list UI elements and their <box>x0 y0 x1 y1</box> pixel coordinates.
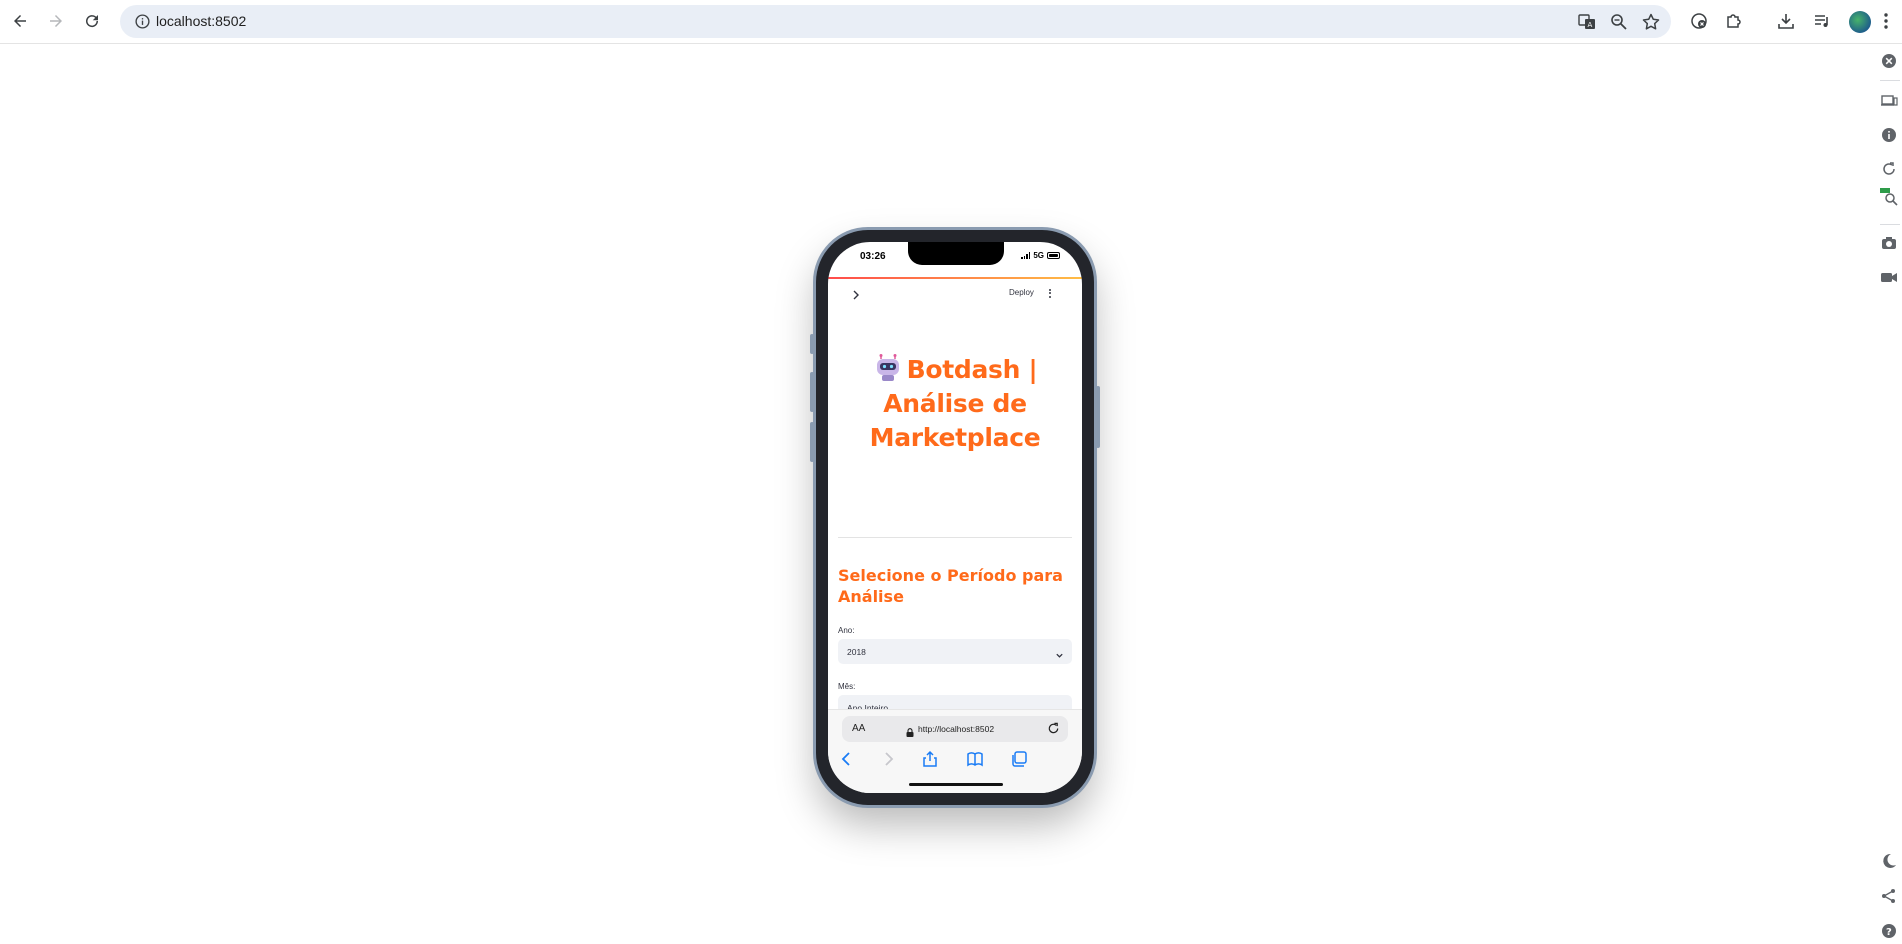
volume-down-button <box>810 422 814 462</box>
mute-switch <box>810 334 814 354</box>
text-size-button[interactable]: AA <box>852 723 865 734</box>
section-divider <box>838 537 1072 538</box>
forward-arrow-icon[interactable] <box>45 10 67 32</box>
status-time: 03:26 <box>860 251 886 262</box>
svg-text:?: ? <box>1886 927 1892 938</box>
streamlit-decoration-bar <box>828 277 1082 279</box>
network-label: 5G <box>1033 251 1044 260</box>
safari-tabs-icon[interactable] <box>1010 750 1028 768</box>
site-info-icon[interactable] <box>134 13 151 30</box>
share-icon[interactable] <box>1880 887 1898 905</box>
volume-up-button <box>810 372 814 412</box>
section-title: Selecione o Período para Análise <box>838 566 1063 606</box>
reload-icon[interactable] <box>81 10 103 32</box>
downloads-icon[interactable] <box>1776 11 1796 31</box>
address-bar[interactable]: localhost:8502 A <box>120 5 1671 38</box>
svg-text:A: A <box>1588 21 1593 29</box>
info-icon[interactable] <box>1880 126 1898 144</box>
year-label: Ano: <box>838 626 855 635</box>
rotate-icon[interactable] <box>1880 160 1898 178</box>
signal-icon <box>1021 252 1031 259</box>
deploy-button[interactable]: Deploy <box>1009 288 1034 297</box>
safari-toolbar: AA http://localhost:8502 <box>828 709 1082 793</box>
back-arrow-icon[interactable] <box>9 10 31 32</box>
safari-back-icon[interactable] <box>838 750 856 768</box>
media-queue-icon[interactable] <box>1812 11 1832 31</box>
camera-icon[interactable] <box>1880 234 1898 252</box>
close-circle-icon[interactable] <box>1880 52 1898 70</box>
phone-frame: 03:26 5G Deploy Botdash | Análise de Mar… <box>810 230 1100 805</box>
chevron-down-icon <box>1055 647 1064 658</box>
menu-kebab-icon[interactable] <box>1876 11 1896 31</box>
page-title: Botdash | Análise de Marketplace <box>848 353 1062 455</box>
zoom-search-icon[interactable] <box>1880 188 1898 206</box>
lock-icon <box>906 724 914 737</box>
video-camera-icon[interactable] <box>1880 268 1898 286</box>
year-select-value: 2018 <box>847 647 866 657</box>
device-toolbar-sidebar: ? <box>1874 44 1902 944</box>
status-indicators: 5G <box>1021 251 1060 260</box>
power-button <box>1096 386 1100 448</box>
reload-icon[interactable] <box>1047 722 1060 735</box>
battery-icon <box>1047 252 1060 259</box>
address-url[interactable]: localhost:8502 <box>156 13 246 29</box>
safari-forward-icon[interactable] <box>879 750 897 768</box>
zoom-icon[interactable] <box>1609 12 1629 32</box>
help-icon[interactable]: ? <box>1880 922 1898 940</box>
bookmark-star-icon[interactable] <box>1641 12 1661 32</box>
safari-url[interactable]: http://localhost:8502 <box>918 724 994 734</box>
dynamic-notch <box>908 242 1004 265</box>
robot-icon <box>873 354 903 382</box>
chevron-right-icon[interactable] <box>850 288 862 300</box>
device-icon[interactable] <box>1880 92 1898 110</box>
extensions-puzzle-icon[interactable] <box>1724 11 1744 31</box>
safari-bookmarks-icon[interactable] <box>966 750 984 768</box>
safari-share-icon[interactable] <box>921 750 939 768</box>
main-menu-icon[interactable] <box>1046 287 1054 299</box>
extension-blocker-icon[interactable] <box>1689 11 1709 31</box>
profile-avatar[interactable] <box>1849 11 1871 33</box>
phone-screen: 03:26 5G Deploy Botdash | Análise de Mar… <box>828 242 1082 793</box>
browser-toolbar: localhost:8502 A <box>0 0 1902 44</box>
month-label: Mês: <box>838 682 856 691</box>
dark-mode-moon-icon[interactable] <box>1880 852 1898 870</box>
translate-icon[interactable]: A <box>1577 12 1597 32</box>
home-indicator <box>909 783 1003 786</box>
year-select[interactable]: 2018 <box>838 639 1072 664</box>
streamlit-header: Deploy <box>828 280 1082 310</box>
safari-address-bar[interactable]: AA http://localhost:8502 <box>842 716 1068 742</box>
